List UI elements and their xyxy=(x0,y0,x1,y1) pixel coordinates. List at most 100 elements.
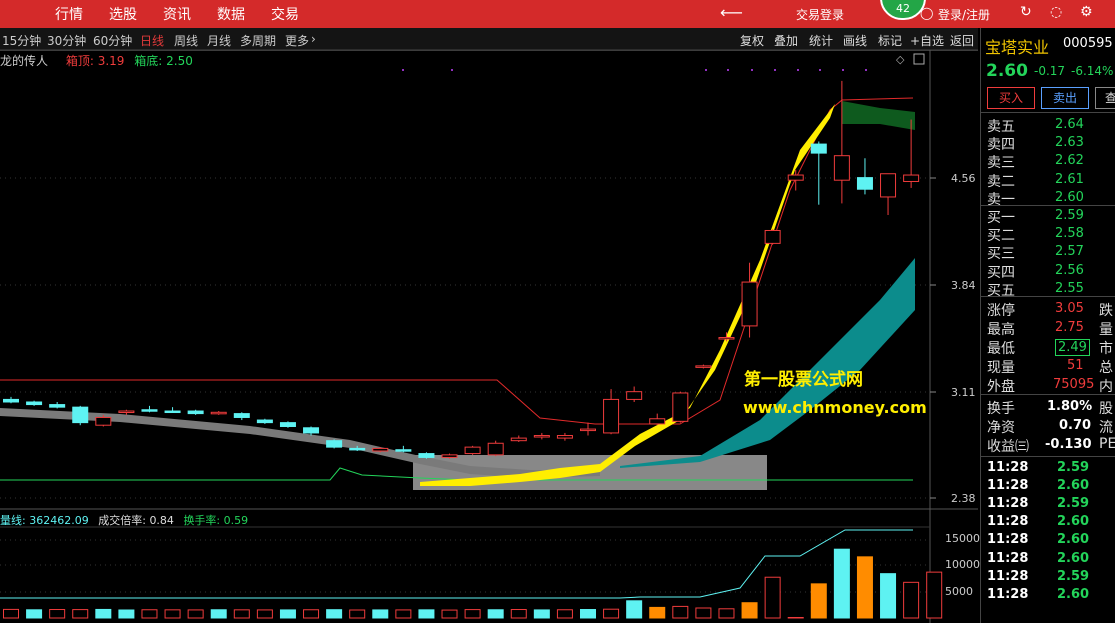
stat-row: 涨停 3.05 跌 xyxy=(981,300,1115,319)
tick-price: 2.60 xyxy=(1057,550,1090,566)
stat-label-truncated: 内 xyxy=(1099,379,1113,395)
signal-dot xyxy=(865,69,867,71)
candle-body xyxy=(256,419,273,424)
query-button[interactable]: 查 xyxy=(1095,87,1115,109)
volume-bar xyxy=(395,609,412,619)
tick-row: 11:28 2.60 xyxy=(981,587,1115,605)
volume-bar xyxy=(510,609,527,619)
nav-quotes[interactable]: 行情 xyxy=(55,4,83,24)
bid-row[interactable]: 买三 2.57 xyxy=(981,243,1115,263)
candle-body xyxy=(695,365,712,368)
volume-bar xyxy=(279,609,296,619)
ask-row[interactable]: 卖二 2.61 xyxy=(981,171,1115,190)
tick-row: 11:28 2.60 xyxy=(981,532,1115,550)
volume-bar xyxy=(787,616,804,619)
ask-level: 卖五 xyxy=(987,119,1015,135)
tick-time: 11:28 xyxy=(987,514,1029,530)
stat-label: 现量 xyxy=(987,360,1015,376)
bid-price: 2.58 xyxy=(1055,226,1084,242)
stat-value: 3.05 xyxy=(1055,301,1084,316)
tick-row: 11:28 2.59 xyxy=(981,569,1115,587)
ask-price: 2.62 xyxy=(1055,153,1084,169)
green-cloud xyxy=(842,101,915,130)
chat-icon[interactable]: ◌ xyxy=(1050,4,1062,20)
ask-row[interactable]: 卖三 2.62 xyxy=(981,152,1115,171)
candle-body xyxy=(49,404,66,408)
candle-body xyxy=(418,453,435,458)
bid-row[interactable]: 买四 2.56 xyxy=(981,262,1115,281)
stat-value: 2.75 xyxy=(1055,320,1084,335)
ask-price: 2.64 xyxy=(1055,117,1084,132)
signal-dot xyxy=(451,69,453,71)
quote-panel: 宝塔实业 000595 2.60 -0.17 -6.14% 买入 卖出 查 卖五… xyxy=(980,28,1115,623)
signal-dot xyxy=(797,69,799,71)
tick-row: 11:28 2.60 xyxy=(981,551,1115,569)
bid-level: 买三 xyxy=(987,246,1015,263)
volume-legend: 量线: 362462.09 成交倍率: 0.84 换手率: 0.59 xyxy=(0,512,248,528)
stat-label-truncated: 总 xyxy=(1099,360,1113,376)
stat-label-truncated: 量 xyxy=(1099,322,1113,338)
tick-time: 11:28 xyxy=(987,550,1029,566)
volume-axis-tick: 5000 xyxy=(945,585,973,598)
candle-body xyxy=(903,174,920,182)
price-axis-tick: 3.11 xyxy=(951,386,976,399)
sell-button[interactable]: 卖出 xyxy=(1041,87,1089,109)
candle-body xyxy=(187,410,204,415)
candle-body xyxy=(626,391,643,400)
login-register-link[interactable]: 登录/注册 xyxy=(938,6,990,23)
signal-dot xyxy=(774,69,776,71)
nav-news[interactable]: 资讯 xyxy=(163,4,191,24)
tick-row: 11:28 2.60 xyxy=(981,514,1115,532)
volume-bar xyxy=(603,608,620,619)
candle-body xyxy=(95,416,112,426)
signal-dot xyxy=(819,69,821,71)
candle-body xyxy=(556,435,573,439)
buy-button[interactable]: 买入 xyxy=(987,87,1035,109)
volume-bar xyxy=(556,609,573,619)
top-nav-bar: 行情 选股 资讯 数据 交易 ⟵ 交易登录 42 ◯ 登录/注册 ↻ ◌ ⚙ xyxy=(0,0,1115,28)
stat-value: 0.70 xyxy=(1059,418,1092,433)
candle-body xyxy=(764,229,781,244)
user-icon[interactable]: ◯ xyxy=(920,6,933,20)
volume-bar xyxy=(695,607,712,619)
volume-bar xyxy=(764,576,781,619)
volume-bar xyxy=(326,609,343,619)
volume-bar xyxy=(464,609,481,619)
candle-body xyxy=(164,410,181,414)
candle-body xyxy=(810,143,827,154)
signal-dot xyxy=(727,69,729,71)
nav-trade[interactable]: 交易 xyxy=(271,4,299,24)
nav-data[interactable]: 数据 xyxy=(217,4,245,24)
candle-body xyxy=(833,155,850,181)
candle-body xyxy=(72,406,89,424)
signal-dot xyxy=(705,69,707,71)
last-price: 2.60 xyxy=(986,61,1028,81)
bid-row[interactable]: 买一 2.59 xyxy=(981,207,1115,226)
volume-bar xyxy=(372,609,389,619)
tick-time: 11:28 xyxy=(987,460,1029,475)
ask-row[interactable]: 卖四 2.63 xyxy=(981,134,1115,153)
candle-body xyxy=(580,428,596,432)
refresh-icon[interactable]: ↻ xyxy=(1020,4,1032,20)
candle-body xyxy=(372,447,389,452)
tick-row: 11:28 2.59 xyxy=(981,496,1115,514)
stat-row: 外盘 75095 内 xyxy=(981,376,1115,395)
stock-name[interactable]: 宝塔实业 xyxy=(985,34,1049,58)
volume-bar xyxy=(141,609,158,619)
trade-login-link[interactable]: 交易登录 xyxy=(796,6,844,23)
divider xyxy=(981,205,1115,206)
candle-body xyxy=(510,437,527,442)
candle-body xyxy=(279,422,296,427)
bid-row[interactable]: 买二 2.58 xyxy=(981,225,1115,244)
volume-bar xyxy=(49,609,66,619)
candle-body xyxy=(603,398,620,434)
arrow-left-icon[interactable]: ⟵ xyxy=(720,3,743,22)
ask-row[interactable]: 卖五 2.64 xyxy=(981,116,1115,135)
kline-chart[interactable]: ◇ xyxy=(0,28,978,623)
tick-price: 2.60 xyxy=(1057,586,1090,602)
signal-dot xyxy=(842,69,844,71)
volume-bar xyxy=(95,608,112,619)
nav-stock-picker[interactable]: 选股 xyxy=(109,4,137,24)
bid-level: 买四 xyxy=(987,264,1015,281)
settings-icon[interactable]: ⚙ xyxy=(1080,4,1093,20)
